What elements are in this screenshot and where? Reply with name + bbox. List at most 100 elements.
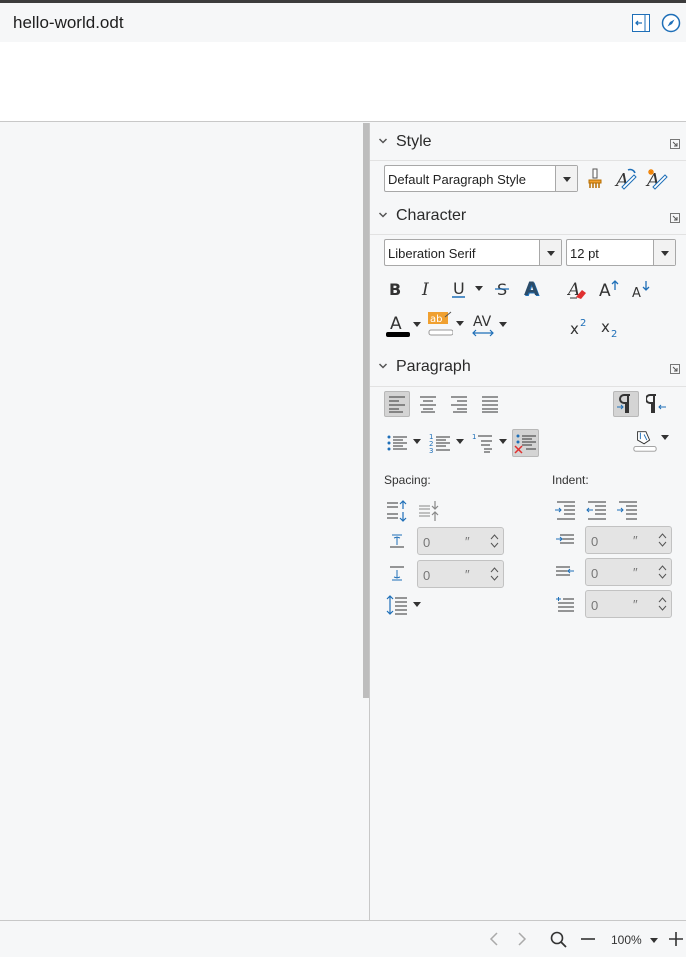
paragraph-background-dropdown[interactable]	[661, 435, 670, 441]
highlight-color-dropdown[interactable]	[456, 321, 465, 327]
spin-arrows-icon[interactable]	[658, 532, 667, 548]
decrease-paragraph-spacing-icon[interactable]	[416, 498, 442, 524]
superscript-icon[interactable]: x2	[566, 314, 592, 340]
italic-icon[interactable]: I	[414, 276, 440, 302]
spin-arrows-icon[interactable]	[490, 566, 499, 582]
svg-text:2: 2	[611, 329, 617, 338]
svg-text:x: x	[601, 318, 610, 336]
sidebar-properties-panel: Style Default Paragraph Style A A Charac…	[370, 123, 686, 920]
after-indent-value: 0	[591, 566, 599, 581]
unordered-list-icon[interactable]	[384, 430, 410, 456]
zoom-out-icon[interactable]	[580, 931, 596, 952]
bold-icon[interactable]: B	[383, 276, 409, 302]
hanging-indent-icon[interactable]	[614, 498, 640, 524]
search-icon[interactable]	[550, 931, 568, 954]
above-spacing-field[interactable]: 0 ″	[417, 527, 504, 555]
spin-arrows-icon[interactable]	[658, 564, 667, 580]
right-to-left-icon[interactable]	[644, 391, 670, 417]
spacing-label: Spacing:	[384, 473, 431, 487]
style-section-header[interactable]: Style	[370, 133, 686, 155]
outline-list-icon[interactable]: 1	[470, 430, 496, 456]
font-color-icon[interactable]: A	[384, 312, 410, 338]
fill-format-brush-icon[interactable]	[582, 166, 608, 192]
decrease-font-size-icon[interactable]: A	[628, 276, 654, 302]
increase-font-size-icon[interactable]: A	[596, 276, 622, 302]
new-style-icon[interactable]: A	[644, 166, 670, 192]
subscript-icon[interactable]: x2	[597, 314, 623, 340]
navigator-compass-icon[interactable]	[661, 13, 681, 33]
svg-text:A: A	[632, 286, 641, 300]
more-options-icon[interactable]	[670, 213, 680, 223]
after-text-indent-field[interactable]: 0 ″	[585, 558, 672, 586]
below-spacing-field[interactable]: 0 ″	[417, 560, 504, 588]
underline-dropdown[interactable]	[475, 286, 484, 292]
svg-text:A: A	[599, 281, 611, 300]
increase-paragraph-spacing-icon[interactable]	[384, 498, 410, 524]
line-spacing-icon[interactable]	[384, 592, 410, 618]
svg-text:B: B	[389, 280, 401, 299]
paragraph-background-icon[interactable]	[632, 428, 658, 454]
svg-text:ab: ab	[430, 314, 442, 325]
above-spacing-unit: ″	[465, 534, 470, 549]
font-name-select[interactable]: Liberation Serif	[384, 239, 562, 266]
font-color-dropdown[interactable]	[413, 322, 422, 328]
previous-page-icon[interactable]	[487, 931, 501, 952]
no-list-icon[interactable]	[512, 429, 539, 457]
update-style-icon[interactable]: A	[613, 166, 639, 192]
svg-text:A: A	[614, 170, 629, 191]
svg-text:A: A	[390, 314, 402, 334]
align-center-icon[interactable]	[415, 391, 441, 417]
paragraph-section-title: Paragraph	[396, 358, 471, 375]
paragraph-style-select[interactable]: Default Paragraph Style	[384, 165, 578, 192]
more-options-icon[interactable]	[670, 139, 680, 149]
more-options-icon[interactable]	[670, 364, 680, 374]
paragraph-style-dropdown[interactable]	[555, 166, 577, 191]
document-canvas[interactable]	[0, 123, 363, 920]
ordered-list-icon[interactable]: 123	[427, 430, 453, 456]
decrease-indent-icon[interactable]	[583, 498, 609, 524]
outline-list-dropdown[interactable]	[499, 439, 508, 445]
zoom-in-icon[interactable]	[668, 931, 684, 952]
align-justify-icon[interactable]	[477, 391, 503, 417]
first-line-indent-unit: ″	[633, 597, 638, 612]
font-size-dropdown[interactable]	[653, 240, 675, 265]
zoom-level[interactable]: 100%	[611, 933, 642, 947]
shadow-icon[interactable]: AA	[520, 276, 546, 302]
increase-indent-icon[interactable]	[552, 498, 578, 524]
character-section-header[interactable]: Character	[370, 207, 686, 229]
separator	[370, 386, 686, 387]
left-to-right-icon[interactable]	[613, 391, 639, 417]
strikethrough-icon[interactable]: S	[489, 276, 515, 302]
chevron-down-icon[interactable]	[378, 136, 388, 146]
font-size-select[interactable]: 12 pt	[566, 239, 676, 266]
svg-text:3: 3	[429, 447, 433, 454]
ordered-list-dropdown[interactable]	[456, 439, 465, 445]
before-text-indent-field[interactable]: 0 ″	[585, 526, 672, 554]
sidebar-toggle-icon[interactable]	[631, 13, 651, 33]
spin-arrows-icon[interactable]	[490, 533, 499, 549]
line-spacing-dropdown[interactable]	[413, 602, 422, 608]
first-line-indent-value: 0	[591, 598, 599, 613]
indent-label: Indent:	[552, 473, 589, 487]
next-page-icon[interactable]	[515, 931, 529, 952]
svg-text:2: 2	[580, 318, 586, 329]
character-spacing-icon[interactable]: AV	[471, 312, 497, 338]
chevron-down-icon[interactable]	[378, 210, 388, 220]
align-right-icon[interactable]	[446, 391, 472, 417]
font-name-dropdown[interactable]	[539, 240, 561, 265]
highlight-color-icon[interactable]: ab	[427, 310, 453, 336]
paragraph-section-header[interactable]: Paragraph	[370, 358, 686, 380]
zoom-dropdown[interactable]	[650, 938, 659, 944]
clear-formatting-icon[interactable]: A	[565, 276, 591, 302]
svg-text:A: A	[524, 278, 539, 300]
svg-text:U: U	[453, 279, 465, 298]
unordered-list-dropdown[interactable]	[413, 439, 422, 445]
align-left-icon[interactable]	[384, 391, 410, 417]
chevron-down-icon[interactable]	[378, 361, 388, 371]
spin-arrows-icon[interactable]	[658, 596, 667, 612]
underline-icon[interactable]: U	[446, 276, 472, 302]
before-indent-value: 0	[591, 534, 599, 549]
character-spacing-dropdown[interactable]	[499, 322, 508, 328]
first-line-indent-field[interactable]: 0 ″	[585, 590, 672, 618]
below-spacing-value: 0	[423, 568, 431, 583]
